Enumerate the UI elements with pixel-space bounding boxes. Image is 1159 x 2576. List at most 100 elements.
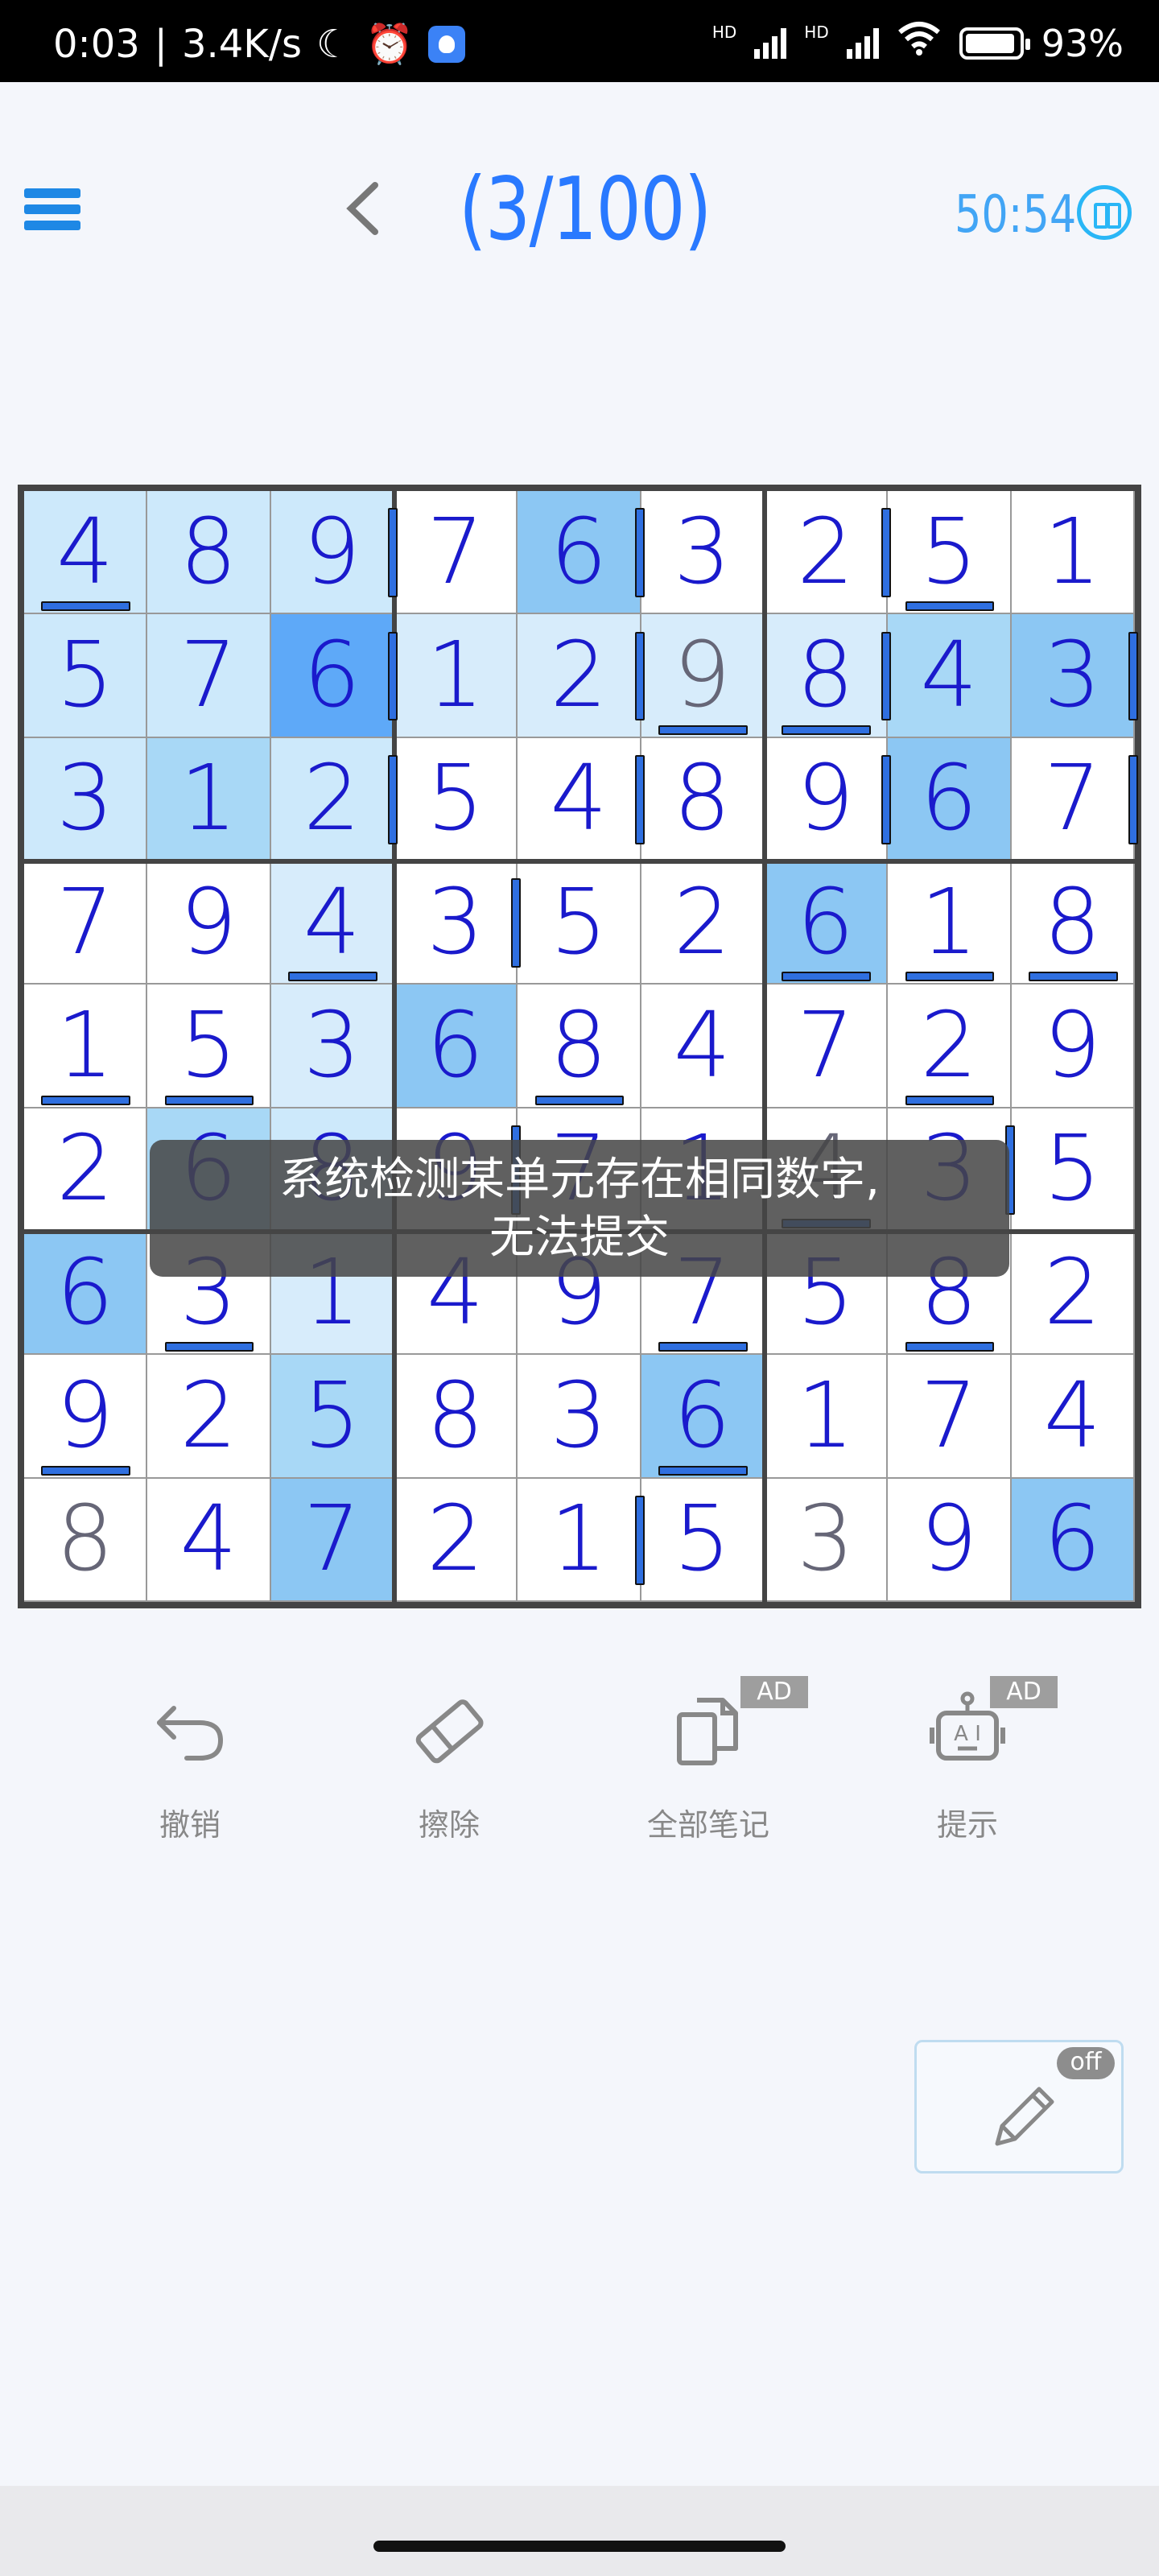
sudoku-cell-r5c9[interactable]: 9: [1011, 985, 1135, 1108]
cell-marker-bottom: [905, 1095, 995, 1105]
cell-marker-bottom: [658, 724, 748, 735]
menu-icon[interactable]: [24, 185, 80, 233]
sudoku-cell-r3c6[interactable]: 8: [641, 737, 765, 861]
sudoku-cell-r2c2[interactable]: 7: [147, 614, 271, 738]
sudoku-cell-r8c2[interactable]: 2: [147, 1355, 271, 1479]
sudoku-cell-r5c6[interactable]: 4: [641, 985, 765, 1108]
sudoku-cell-r3c4[interactable]: 5: [394, 737, 518, 861]
sudoku-cell-r4c8[interactable]: 1: [888, 861, 1012, 985]
sudoku-cell-r3c5[interactable]: 4: [518, 737, 641, 861]
sudoku-cell-r3c1[interactable]: 3: [24, 737, 148, 861]
cell-marker-bottom: [288, 972, 377, 982]
cell-marker-bottom: [905, 972, 995, 982]
sudoku-cell-r5c8[interactable]: 2: [888, 985, 1012, 1108]
undo-label: 撤销: [159, 1807, 221, 1843]
erase-button[interactable]: 擦除: [353, 1682, 546, 1860]
sudoku-cell-r1c4[interactable]: 7: [394, 491, 518, 615]
sudoku-cell-r2c8[interactable]: 4: [888, 614, 1012, 738]
sudoku-cell-r8c8[interactable]: 7: [888, 1355, 1012, 1479]
sudoku-cell-r4c2[interactable]: 9: [147, 861, 271, 985]
cell-marker-bottom: [782, 972, 871, 982]
sudoku-cell-r4c4[interactable]: 3: [394, 861, 518, 985]
sudoku-cell-r1c3[interactable]: 9: [270, 491, 394, 615]
sudoku-cell-r4c9[interactable]: 8: [1011, 861, 1135, 985]
pencil-mode-toggle[interactable]: off: [914, 2040, 1124, 2174]
cell-marker-right: [388, 755, 398, 844]
cell-marker-right: [634, 631, 645, 721]
sudoku-cell-r5c3[interactable]: 3: [270, 985, 394, 1108]
sudoku-cell-r4c3[interactable]: 4: [270, 861, 394, 985]
sudoku-cell-r4c6[interactable]: 2: [641, 861, 765, 985]
sudoku-cell-r1c7[interactable]: 2: [765, 491, 889, 615]
sudoku-cell-r9c3[interactable]: 7: [270, 1478, 394, 1602]
sudoku-cell-r3c7[interactable]: 9: [765, 737, 889, 861]
sudoku-cell-r6c9[interactable]: 5: [1011, 1108, 1135, 1232]
sudoku-cell-r3c2[interactable]: 1: [147, 737, 271, 861]
sudoku-cell-r8c6[interactable]: 6: [641, 1355, 765, 1479]
sudoku-cell-r3c8[interactable]: 6: [888, 737, 1012, 861]
sudoku-cell-r9c7[interactable]: 3: [765, 1478, 889, 1602]
wifi-icon: [897, 21, 942, 65]
erase-label: 擦除: [418, 1807, 480, 1843]
sudoku-cell-r1c9[interactable]: 1: [1011, 491, 1135, 615]
ad-badge: AD: [740, 1676, 808, 1708]
app-notification-icon: [427, 25, 465, 63]
sudoku-cell-r9c8[interactable]: 9: [888, 1478, 1012, 1602]
sudoku-cell-r1c1[interactable]: 4: [24, 491, 148, 615]
hint-button[interactable]: AD A I 提示: [871, 1676, 1064, 1860]
sudoku-cell-r8c3[interactable]: 5: [270, 1355, 394, 1479]
chevron-left-icon[interactable]: [336, 180, 393, 237]
undo-button[interactable]: 撤销: [93, 1682, 287, 1860]
box-divider-horizontal: [24, 859, 1135, 864]
sudoku-cell-r9c6[interactable]: 5: [641, 1478, 765, 1602]
all-notes-label: 全部笔记: [646, 1807, 769, 1843]
sudoku-cell-r8c9[interactable]: 4: [1011, 1355, 1135, 1479]
sudoku-cell-r5c4[interactable]: 6: [394, 985, 518, 1108]
sudoku-cell-r7c9[interactable]: 2: [1011, 1232, 1135, 1356]
cell-marker-bottom: [41, 1095, 130, 1105]
sudoku-cell-r5c7[interactable]: 7: [765, 985, 889, 1108]
sudoku-cell-r5c2[interactable]: 5: [147, 985, 271, 1108]
sudoku-cell-r6c1[interactable]: 2: [24, 1108, 148, 1232]
sudoku-cell-r9c5[interactable]: 1: [518, 1478, 641, 1602]
sudoku-cell-r1c5[interactable]: 6: [518, 491, 641, 615]
sudoku-cell-r2c9[interactable]: 3: [1011, 614, 1135, 738]
cell-marker-right: [634, 755, 645, 844]
robot-icon: A I: [927, 1690, 1008, 1771]
sudoku-cell-r4c7[interactable]: 6: [765, 861, 889, 985]
sudoku-cell-r7c1[interactable]: 6: [24, 1232, 148, 1356]
sudoku-cell-r3c3[interactable]: 2: [270, 737, 394, 861]
sudoku-cell-r1c8[interactable]: 5: [888, 491, 1012, 615]
sudoku-cell-r2c7[interactable]: 8: [765, 614, 889, 738]
sudoku-cell-r2c5[interactable]: 2: [518, 614, 641, 738]
cell-marker-bottom: [164, 1095, 254, 1105]
sudoku-cell-r2c1[interactable]: 5: [24, 614, 148, 738]
robot-icon-text: A I: [954, 1722, 981, 1746]
sudoku-cell-r2c4[interactable]: 1: [394, 614, 518, 738]
sudoku-cell-r8c4[interactable]: 8: [394, 1355, 518, 1479]
sudoku-cell-r9c9[interactable]: 6: [1011, 1478, 1135, 1602]
sudoku-cell-r9c4[interactable]: 2: [394, 1478, 518, 1602]
sudoku-cell-r2c3[interactable]: 6: [270, 614, 394, 738]
sudoku-cell-r2c6[interactable]: 9: [641, 614, 765, 738]
sudoku-cell-r8c5[interactable]: 3: [518, 1355, 641, 1479]
sudoku-cell-r5c1[interactable]: 1: [24, 985, 148, 1108]
cell-marker-right: [634, 508, 645, 597]
home-gesture-bar[interactable]: [373, 2541, 786, 2552]
sudoku-cell-r4c5[interactable]: 5: [518, 861, 641, 985]
cell-marker-bottom: [41, 1465, 130, 1476]
hd-label-1: HD: [711, 22, 737, 42]
sudoku-cell-r1c2[interactable]: 8: [147, 491, 271, 615]
sudoku-cell-r4c1[interactable]: 7: [24, 861, 148, 985]
sudoku-cell-r9c1[interactable]: 8: [24, 1478, 148, 1602]
status-left: 0:03 | 3.4K/s ☾ ⏰: [53, 21, 465, 67]
pause-button[interactable]: [1077, 185, 1132, 240]
sudoku-cell-r8c1[interactable]: 9: [24, 1355, 148, 1479]
sudoku-cell-r3c9[interactable]: 7: [1011, 737, 1135, 861]
cell-marker-bottom: [905, 601, 995, 612]
sudoku-cell-r5c5[interactable]: 8: [518, 985, 641, 1108]
sudoku-cell-r8c7[interactable]: 1: [765, 1355, 889, 1479]
all-notes-button[interactable]: AD 全部笔记: [612, 1676, 808, 1860]
sudoku-cell-r9c2[interactable]: 4: [147, 1478, 271, 1602]
sudoku-cell-r1c6[interactable]: 3: [641, 491, 765, 615]
